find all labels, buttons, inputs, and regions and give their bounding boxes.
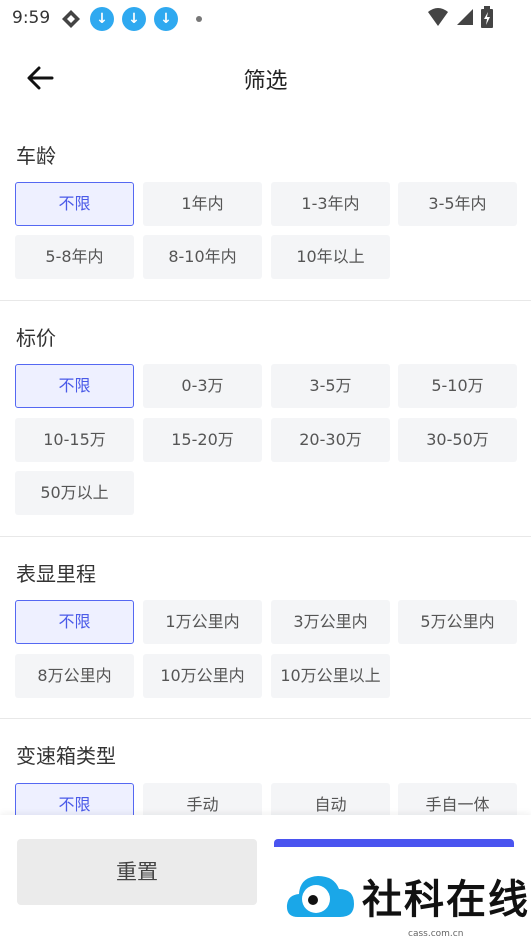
price-option[interactable]: 15-20万 bbox=[143, 418, 262, 462]
battery-charging-icon bbox=[481, 6, 493, 28]
age-option[interactable]: 不限 bbox=[15, 182, 134, 226]
download-icon: ↓ bbox=[154, 7, 178, 31]
age-option[interactable]: 1年内 bbox=[143, 182, 262, 226]
page-title: 筛选 bbox=[243, 69, 288, 94]
section-title-age: 车龄 bbox=[16, 144, 56, 168]
price-option[interactable]: 50万以上 bbox=[15, 471, 134, 515]
age-option[interactable]: 3-5年内 bbox=[398, 182, 517, 226]
mileage-option[interactable]: 10万公里内 bbox=[143, 654, 262, 698]
divider bbox=[0, 718, 531, 719]
price-option[interactable]: 0-3万 bbox=[143, 364, 262, 408]
price-option[interactable]: 3-5万 bbox=[271, 364, 390, 408]
reset-button[interactable]: 重置 bbox=[17, 839, 257, 905]
diamond-icon bbox=[62, 10, 80, 28]
price-option[interactable]: 5-10万 bbox=[398, 364, 517, 408]
section-title-price: 标价 bbox=[16, 326, 56, 350]
watermark-subtext: cass.com.cn bbox=[408, 929, 464, 939]
status-bar: 9:59 ↓ ↓ ↓ bbox=[0, 0, 531, 36]
status-icons-right bbox=[427, 6, 493, 28]
header: 筛选 bbox=[0, 48, 531, 108]
mileage-option[interactable]: 3万公里内 bbox=[271, 600, 390, 644]
mileage-option[interactable]: 1万公里内 bbox=[143, 600, 262, 644]
download-icon: ↓ bbox=[90, 7, 114, 31]
age-option[interactable]: 1-3年内 bbox=[271, 182, 390, 226]
age-option[interactable]: 10年以上 bbox=[271, 235, 390, 279]
price-option[interactable]: 20-30万 bbox=[271, 418, 390, 462]
status-icons-left: ↓ ↓ ↓ bbox=[60, 7, 202, 31]
age-option[interactable]: 5-8年内 bbox=[15, 235, 134, 279]
watermark-text: 社科在线 bbox=[362, 877, 530, 923]
divider bbox=[0, 300, 531, 301]
wifi-icon bbox=[428, 8, 448, 26]
mileage-option[interactable]: 8万公里内 bbox=[15, 654, 134, 698]
age-option[interactable]: 8-10年内 bbox=[143, 235, 262, 279]
section-title-transmission: 变速箱类型 bbox=[16, 744, 116, 768]
section-title-mileage: 表显里程 bbox=[16, 562, 96, 586]
dot-icon bbox=[196, 16, 202, 22]
status-time: 9:59 bbox=[12, 8, 51, 28]
mileage-option[interactable]: 5万公里内 bbox=[398, 600, 517, 644]
watermark: 社科在线 cass.com.cn bbox=[270, 847, 531, 944]
price-option[interactable]: 30-50万 bbox=[398, 418, 517, 462]
mileage-option[interactable]: 10万公里以上 bbox=[271, 654, 390, 698]
signal-icon bbox=[457, 9, 473, 25]
divider bbox=[0, 536, 531, 537]
price-option[interactable]: 不限 bbox=[15, 364, 134, 408]
price-option[interactable]: 10-15万 bbox=[15, 418, 134, 462]
mileage-option[interactable]: 不限 bbox=[15, 600, 134, 644]
cloud-logo-icon bbox=[286, 876, 354, 917]
download-icon: ↓ bbox=[122, 7, 146, 31]
